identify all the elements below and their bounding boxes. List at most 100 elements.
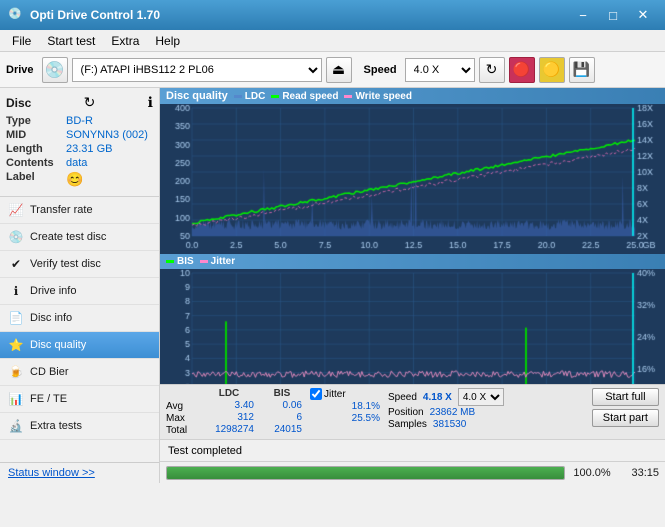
jitter-dot [200, 260, 208, 263]
disc-label-icon: 😊 [66, 171, 83, 188]
samples-row: Samples 381530 [388, 419, 584, 430]
extra-tests-icon: 🔬 [8, 418, 24, 434]
chart2-legend-bis: BIS [166, 256, 194, 267]
start-full-button[interactable]: Start full [592, 388, 659, 406]
app-icon: 💿 [8, 7, 24, 23]
disc-contents-row: Contents data [6, 157, 153, 169]
sidebar-item-create-test-disc[interactable]: 💿 Create test disc [0, 224, 159, 251]
drive-icon-button[interactable]: 💿 [42, 57, 68, 83]
speed-select[interactable]: 4.0 X [405, 58, 475, 82]
bis-header: BIS [262, 388, 302, 399]
speed-row: Speed 4.18 X 4.0 X [388, 388, 584, 406]
stats-row: Avg Max Total LDC 3.40 312 1298274 BIS 0… [160, 384, 665, 439]
fe-te-label: FE / TE [30, 393, 67, 405]
bis-dot [166, 260, 174, 263]
progress-bar-area: 100.0% 33:15 [160, 461, 665, 483]
start-buttons-col: Start full Start part [592, 388, 659, 427]
sidebar: Disc ↻ ℹ Type BD-R MID SONYNN3 (002) Len… [0, 88, 160, 483]
jitter-checkbox[interactable] [310, 388, 322, 400]
menu-item-extra[interactable]: Extra [103, 32, 147, 50]
toolbar: Drive 💿 (F:) ATAPI iHBS112 2 PL06 ⏏ Spee… [0, 52, 665, 88]
sidebar-item-drive-info[interactable]: ℹ Drive info [0, 278, 159, 305]
chart1-title-bar: Disc quality LDC Read speed Write speed [160, 88, 665, 104]
sidebar-item-fe-te[interactable]: 📊 FE / TE [0, 386, 159, 413]
title-bar: 💿 Opti Drive Control 1.70 − □ ✕ [0, 0, 665, 30]
sidebar-item-disc-quality[interactable]: ⭐ Disc quality [0, 332, 159, 359]
close-button[interactable]: ✕ [629, 4, 657, 26]
chart1-legend-ldc: LDC [234, 91, 266, 102]
menu-item-file[interactable]: File [4, 32, 39, 50]
bis-avg: 0.06 [262, 400, 302, 411]
chart1-canvas [160, 104, 665, 254]
fe-te-icon: 📊 [8, 391, 24, 407]
speed-label: Speed [364, 64, 397, 76]
sidebar-item-disc-info[interactable]: 📄 Disc info [0, 305, 159, 332]
eject-button[interactable]: ⏏ [326, 57, 352, 83]
maximize-button[interactable]: □ [599, 4, 627, 26]
main-layout: Disc ↻ ℹ Type BD-R MID SONYNN3 (002) Len… [0, 88, 665, 483]
refresh-button[interactable]: ↻ [479, 57, 505, 83]
disc-mid-label: MID [6, 129, 66, 141]
sidebar-item-extra-tests[interactable]: 🔬 Extra tests [0, 413, 159, 440]
disc-refresh-button[interactable]: ↻ [84, 94, 96, 111]
disc-info-button[interactable]: ℹ [148, 94, 153, 111]
jitter-max: 25.5% [310, 413, 380, 424]
verify-test-disc-icon: ✔ [8, 256, 24, 272]
menu-bar: File Start test Extra Help [0, 30, 665, 52]
jitter-header: Jitter [310, 388, 380, 400]
chart2-area [160, 269, 665, 384]
bis-total: 24015 [262, 424, 302, 435]
position-row: Position 23862 MB [388, 407, 584, 418]
menu-item-start-test[interactable]: Start test [39, 32, 103, 50]
total-label: Total [166, 425, 196, 436]
jitter-col: Jitter 18.1% 25.5% [310, 388, 380, 425]
transfer-rate-label: Transfer rate [30, 204, 93, 216]
ldc-dot [234, 95, 242, 98]
minimize-button[interactable]: − [569, 4, 597, 26]
save-button[interactable]: 💾 [569, 57, 595, 83]
sidebar-item-transfer-rate[interactable]: 📈 Transfer rate [0, 197, 159, 224]
disc-label-label: Label [6, 171, 66, 188]
drive-info-icon: ℹ [8, 283, 24, 299]
read-dot [271, 95, 279, 98]
disc-mid-row: MID SONYNN3 (002) [6, 129, 153, 141]
chart1-legend-write: Write speed [344, 91, 412, 102]
create-test-disc-label: Create test disc [30, 231, 106, 243]
drive-info-label: Drive info [30, 285, 76, 297]
speed-label-text: Speed [388, 392, 417, 403]
charts-area: Disc quality LDC Read speed Write speed [160, 88, 665, 384]
samples-label: Samples [388, 419, 427, 430]
ldc-col: LDC 3.40 312 1298274 [204, 388, 254, 435]
menu-item-help[interactable]: Help [147, 32, 188, 50]
samples-value: 381530 [433, 419, 466, 430]
max-label: Max [166, 413, 196, 424]
cd-bier-icon: 🍺 [8, 364, 24, 380]
drive-label: Drive [6, 64, 34, 76]
disc-length-row: Length 23.31 GB [6, 143, 153, 155]
disc-header: Disc ↻ ℹ [6, 94, 153, 111]
sidebar-item-verify-test-disc[interactable]: ✔ Verify test disc [0, 251, 159, 278]
chart1-panel: Disc quality LDC Read speed Write speed [160, 88, 665, 254]
start-part-button[interactable]: Start part [592, 409, 659, 427]
status-window-btn[interactable]: Status window >> [0, 462, 159, 483]
position-value: 23862 MB [430, 407, 476, 418]
color-button-1[interactable]: 🔴 [509, 57, 535, 83]
speed-position-col: Speed 4.18 X 4.0 X Position 23862 MB Sam… [388, 388, 584, 430]
create-test-disc-icon: 💿 [8, 229, 24, 245]
app-title: Opti Drive Control 1.70 [30, 8, 569, 22]
speed-select-dropdown[interactable]: 4.0 X [458, 388, 504, 406]
sidebar-item-cd-bier[interactable]: 🍺 CD Bier [0, 359, 159, 386]
disc-info-label: Disc info [30, 312, 72, 324]
disc-contents-label: Contents [6, 157, 66, 169]
status-text: Test completed [168, 445, 242, 457]
stats-labels-col: Avg Max Total [166, 388, 196, 436]
disc-type-label: Type [6, 115, 66, 127]
extra-tests-label: Extra tests [30, 420, 82, 432]
disc-quality-icon: ⭐ [8, 337, 24, 353]
chart1-legend-read: Read speed [271, 91, 338, 102]
title-bar-controls: − □ ✕ [569, 4, 657, 26]
color-button-2[interactable]: 🟡 [539, 57, 565, 83]
drive-select[interactable]: (F:) ATAPI iHBS112 2 PL06 [72, 58, 322, 82]
progress-bar-inner [167, 467, 564, 479]
bis-max: 6 [262, 412, 302, 423]
